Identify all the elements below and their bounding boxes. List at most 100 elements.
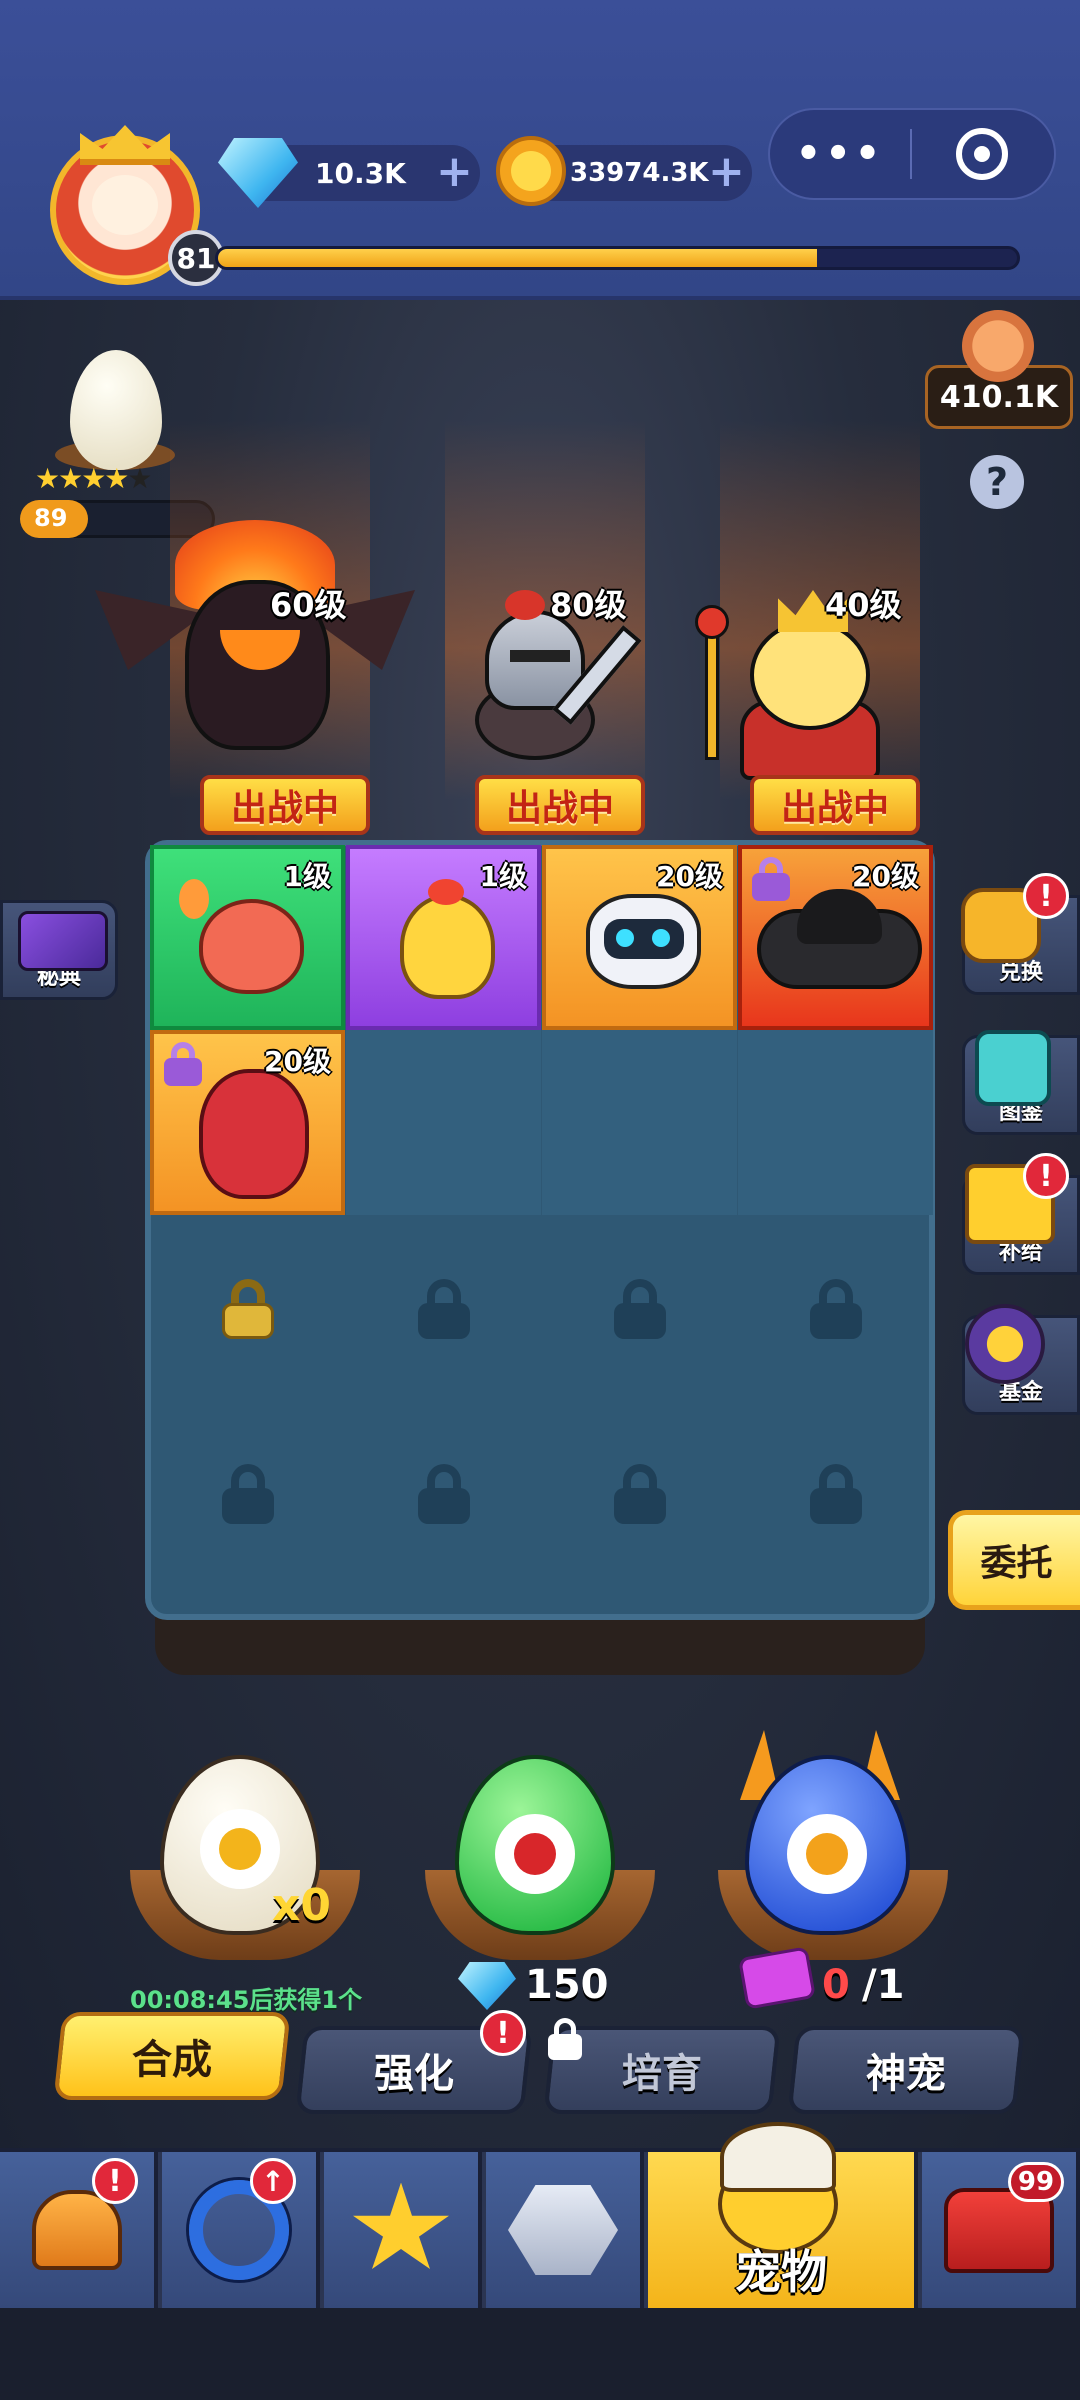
tab-breed-label: 培育 [622,2051,702,2097]
egg-pupil [514,1833,556,1875]
locked-slot [150,1400,345,1585]
lock-icon [164,1042,202,1086]
eggshell-icon [720,2122,836,2192]
empty-slot[interactable] [738,1030,933,1215]
empty-slot[interactable] [346,1030,541,1215]
miniapp-capsule: ••• [768,108,1056,200]
lock-icon [221,1463,274,1524]
tab-divine-pet[interactable]: 神宠 [787,2026,1025,2114]
nav-pets-label: 宠物 [735,2245,827,2299]
gold-lock-icon [221,1278,274,1339]
nav-battle[interactable] [324,2152,482,2308]
cookie-amount: 410.1K [939,379,1059,415]
egg-count: x0 [272,1880,331,1931]
coin-icon [496,136,566,206]
tab-enhance-label: 强化 [374,2051,454,2097]
pet-level: 20级 [264,1045,331,1078]
locked-slot [738,1215,933,1400]
avatar-face [92,175,158,235]
system-bar-area [0,2308,1080,2400]
locked-slot[interactable] [150,1215,345,1400]
robot-eye [616,929,634,947]
lock-icon [752,857,790,901]
lock-icon [809,1278,862,1339]
chest-count-badge: 99 [1008,2162,1064,2202]
ticket-max: /1 [862,1962,905,2008]
star-icon-filled: ★★★★ [35,462,129,495]
hero-fire-dragon[interactable] [95,520,415,760]
flame-icon [179,879,209,919]
visor [510,650,570,662]
add-gems-button[interactable]: + [436,150,473,194]
in-battle-badge: 出战中 [475,775,645,835]
help-button[interactable]: ? [970,455,1024,509]
egg-eye [495,1814,575,1894]
pet-red-dino [199,1069,309,1199]
tab-divine-pet-label: 神宠 [866,2051,946,2097]
pet-level: 20级 [852,860,919,893]
alert-badge: ! [480,2010,526,2056]
gem-amount: 10.3K [315,156,406,190]
pet-slot[interactable]: 20级 [150,1030,345,1215]
bike-helmet [797,889,882,944]
secret-book-button[interactable]: 秘典 [0,900,118,1000]
hexagon-icon [508,2185,618,2275]
xp-bar [215,246,1020,270]
locked-slot [542,1215,737,1400]
fund-button[interactable]: 基金 [962,1304,1080,1415]
nav-pets[interactable]: 宠物 [648,2122,918,2308]
entrust-button[interactable]: 委托 [948,1510,1080,1610]
egg-gem-cost: 150 [525,1962,609,2008]
plume [505,590,545,620]
scepter-gem [695,605,729,639]
alert-badge: ! [92,2158,138,2204]
alert-badge: ! [1023,873,1069,919]
tab-merge[interactable]: 合成 [53,2012,291,2100]
egg-eye [787,1814,867,1894]
egg-pupil [806,1833,848,1875]
close-miniapp-button[interactable] [912,128,1052,180]
pet-fire-blob [199,899,304,994]
nav-equipment[interactable] [162,2152,320,2308]
coin-amount: 33974.3K [570,158,709,188]
pet-slot[interactable]: 1级 [346,845,541,1030]
lock-icon [613,1463,666,1524]
robot-eye [652,929,670,947]
locked-slot [738,1400,933,1585]
hero-level: 60级 [270,586,347,624]
nav-map[interactable] [486,2152,644,2308]
lock-icon [417,1463,470,1524]
upgrade-arrow-icon: ↑ [250,2158,296,2204]
book-icon [18,911,108,971]
in-battle-badge: 出战中 [750,775,920,835]
tab-merge-label: 合成 [132,2037,212,2083]
egg-level: 89 [34,504,68,532]
pet-slot[interactable]: 1级 [150,845,345,1030]
lock-icon [548,2018,582,2060]
more-menu-button[interactable]: ••• [770,131,910,177]
pet-level: 1级 [479,860,527,893]
egg-eye [200,1809,280,1889]
ticket-count: 0 [822,1962,850,2008]
pet-level: 20级 [656,860,723,893]
egg-stars: ★★★★★ [35,462,153,495]
gallery-icon [975,1030,1051,1106]
lock-icon [613,1278,666,1339]
scepter-icon [705,620,719,760]
locked-slot [542,1400,737,1585]
locked-slot [346,1215,541,1400]
pet-chick [400,894,495,999]
pet-slot[interactable]: 20级 [542,845,737,1030]
cookie-icon [962,310,1034,382]
gallery-button[interactable]: 图鉴 [962,1030,1080,1135]
comb [428,879,464,905]
egg-timer: 00:08:45后获得1个 [130,1986,363,2014]
star-icon [353,2182,449,2269]
alert-badge: ! [1023,1153,1069,1199]
empty-slot[interactable] [542,1030,737,1215]
add-coins-button[interactable]: + [708,150,745,194]
hero-level: 40级 [825,586,902,624]
hero-level: 80级 [550,586,627,624]
locked-slot [346,1400,541,1585]
pet-slot[interactable]: 20级 [738,845,933,1030]
